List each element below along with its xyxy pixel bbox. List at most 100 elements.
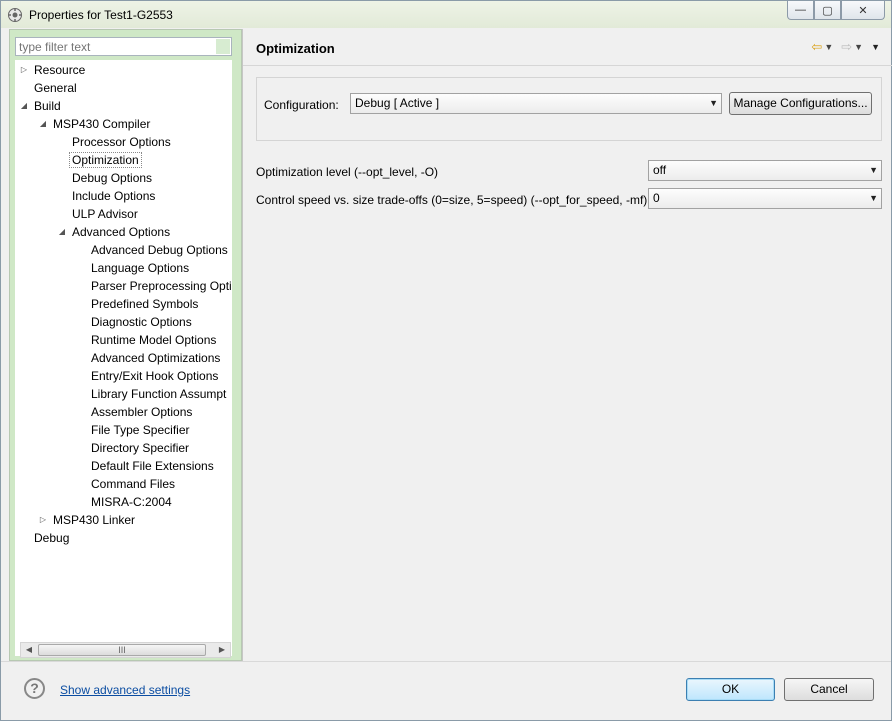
tree-item-label: MISRA-C:2004 bbox=[91, 495, 172, 509]
tree-item-label: Directory Specifier bbox=[91, 441, 190, 455]
configuration-group: Configuration: Debug [ Active ] ▼ Manage… bbox=[256, 77, 882, 141]
tree-item-label: Advanced Options bbox=[72, 225, 171, 239]
tree-item-label: Diagnostic Options bbox=[91, 315, 192, 329]
window-controls: — ▢ ✕ bbox=[787, 1, 885, 20]
show-advanced-settings-link[interactable]: Show advanced settings bbox=[60, 683, 190, 697]
forward-history-dropdown-icon[interactable]: ▼ bbox=[854, 39, 863, 55]
tree-item[interactable]: Command Files bbox=[91, 475, 175, 493]
optimization-level-value: off bbox=[653, 163, 667, 177]
configuration-label: Configuration: bbox=[264, 98, 339, 112]
tree-item[interactable]: General bbox=[34, 79, 77, 97]
tree-item[interactable]: Processor Options bbox=[72, 133, 171, 151]
tree-collapsed-icon[interactable]: ▷ bbox=[19, 61, 29, 79]
page-header: Optimization ⇦ ▼ ⇨ ▼ ▼ bbox=[243, 29, 892, 66]
tree-item[interactable]: Advanced Debug Options bbox=[91, 241, 228, 259]
navigation-panel: ▷ Resource General ◢ Build ◢ MSP430 Compiler Pr… bbox=[9, 29, 242, 661]
properties-dialog: Properties for Test1-G2553 — ▢ ✕ ▷ Resour… bbox=[0, 0, 892, 721]
configuration-select[interactable]: Debug [ Active ] ▼ bbox=[350, 93, 722, 114]
tree-item[interactable]: Include Options bbox=[72, 187, 155, 205]
tree-item-label: Default File Extensions bbox=[91, 459, 214, 473]
cancel-button[interactable]: Cancel bbox=[784, 678, 874, 701]
tree-item-label: Processor Options bbox=[72, 135, 171, 149]
tree-item-label: Debug bbox=[34, 531, 70, 545]
maximize-icon: ▢ bbox=[822, 4, 833, 17]
window-title: Properties for Test1-G2553 bbox=[29, 8, 173, 22]
tree-item[interactable]: ◢ MSP430 Compiler bbox=[40, 115, 151, 133]
tree-item-label: Assembler Options bbox=[91, 405, 193, 419]
tree-item[interactable]: ▷ Resource bbox=[21, 61, 86, 79]
help-icon[interactable]: ? bbox=[24, 678, 45, 699]
tree-item[interactable]: Assembler Options bbox=[91, 403, 192, 421]
tree-item[interactable]: Diagnostic Options bbox=[91, 313, 192, 331]
tree-expanded-icon[interactable]: ◢ bbox=[38, 115, 48, 133]
tree-item[interactable]: Language Options bbox=[91, 259, 189, 277]
tree-item[interactable]: Directory Specifier bbox=[91, 439, 189, 457]
speed-size-select[interactable]: 0 ▼ bbox=[648, 188, 882, 209]
tree-item-label: Predefined Symbols bbox=[91, 297, 199, 311]
tree-item-label: Advanced Optimizations bbox=[91, 351, 221, 365]
tree-item[interactable]: Parser Preprocessing Opti bbox=[91, 277, 232, 295]
chevron-down-icon: ▼ bbox=[869, 193, 878, 203]
tree-item-label: Command Files bbox=[91, 477, 176, 491]
tree-item[interactable]: Debug Options bbox=[72, 169, 152, 187]
speed-size-label: Control speed vs. size trade-offs (0=siz… bbox=[256, 193, 648, 207]
ok-button[interactable]: OK bbox=[686, 678, 775, 701]
clear-filter-icon[interactable] bbox=[216, 39, 230, 54]
app-icon bbox=[8, 8, 22, 22]
tree-item-label: General bbox=[34, 81, 77, 95]
tree-item-label: Runtime Model Options bbox=[91, 333, 217, 347]
tree-item[interactable]: Debug bbox=[34, 529, 69, 547]
close-icon: ✕ bbox=[858, 4, 868, 17]
configuration-value: Debug [ Active ] bbox=[355, 96, 440, 110]
tree-item[interactable]: Runtime Model Options bbox=[91, 331, 216, 349]
tree-item-label: Parser Preprocessing Opti bbox=[91, 279, 232, 293]
tree-item[interactable]: Predefined Symbols bbox=[91, 295, 198, 313]
dialog-button-bar: ? Show advanced settings OK Cancel bbox=[1, 661, 891, 720]
tree-horizontal-scrollbar[interactable]: ◀ III ▶ bbox=[20, 642, 231, 658]
filter-input[interactable] bbox=[15, 37, 232, 56]
property-tree: ▷ Resource General ◢ Build ◢ MSP430 Compiler Pr… bbox=[15, 60, 232, 656]
tree-item[interactable]: ◢ Build bbox=[21, 97, 61, 115]
close-button[interactable]: ✕ bbox=[841, 1, 885, 20]
chevron-down-icon: ▼ bbox=[869, 165, 878, 175]
back-history-dropdown-icon[interactable]: ▼ bbox=[824, 39, 833, 55]
tree-item[interactable]: File Type Specifier bbox=[91, 421, 190, 439]
minimize-button[interactable]: — bbox=[787, 1, 814, 20]
manage-configurations-button[interactable]: Manage Configurations... bbox=[729, 92, 872, 115]
optimization-level-label: Optimization level (--opt_level, -O) bbox=[256, 165, 439, 179]
tree-item-label: MSP430 Compiler bbox=[53, 117, 151, 131]
speed-size-value: 0 bbox=[653, 191, 660, 205]
maximize-button[interactable]: ▢ bbox=[814, 1, 841, 20]
scroll-left-icon[interactable]: ◀ bbox=[21, 643, 37, 657]
scroll-right-icon[interactable]: ▶ bbox=[214, 643, 230, 657]
back-icon[interactable]: ⇦ bbox=[811, 39, 822, 55]
tree-collapsed-icon[interactable]: ▷ bbox=[38, 511, 48, 529]
tree-item-label: Advanced Debug Options bbox=[91, 243, 228, 257]
tree-item[interactable]: Entry/Exit Hook Options bbox=[91, 367, 218, 385]
tree-item-label: Resource bbox=[34, 63, 86, 77]
page-title: Optimization bbox=[256, 41, 335, 56]
tree-item[interactable]: ◢ Advanced Options bbox=[59, 223, 171, 241]
tree-item[interactable]: MISRA-C:2004 bbox=[91, 493, 172, 511]
view-menu-icon[interactable]: ▼ bbox=[871, 39, 880, 55]
tree-item[interactable]: ▷ MSP430 Linker bbox=[40, 511, 136, 529]
tree-item-label: File Type Specifier bbox=[91, 423, 190, 437]
tree-item[interactable]: Default File Extensions bbox=[91, 457, 214, 475]
optimization-level-select[interactable]: off ▼ bbox=[648, 160, 882, 181]
minimize-icon: — bbox=[795, 4, 806, 16]
forward-icon[interactable]: ⇨ bbox=[841, 39, 852, 55]
tree-item-label: Debug Options bbox=[72, 171, 153, 185]
tree-item[interactable]: ULP Advisor bbox=[72, 205, 138, 223]
tree-item-label: ULP Advisor bbox=[72, 207, 138, 221]
tree-expanded-icon[interactable]: ◢ bbox=[57, 223, 67, 241]
tree-item[interactable]: Advanced Optimizations bbox=[91, 349, 220, 367]
scroll-thumb[interactable]: III bbox=[38, 644, 206, 656]
tree-expanded-icon[interactable]: ◢ bbox=[19, 97, 29, 115]
tree-item[interactable]: Library Function Assumpt bbox=[91, 385, 226, 403]
tree-item-label: Library Function Assumpt bbox=[91, 387, 227, 401]
title-bar[interactable]: Properties for Test1-G2553 — ▢ ✕ bbox=[1, 1, 891, 28]
tree-item-label: MSP430 Linker bbox=[53, 513, 136, 527]
tree-item-label: Language Options bbox=[91, 261, 190, 275]
tree-item[interactable]: Optimization bbox=[69, 151, 142, 169]
properties-page: Optimization ⇦ ▼ ⇨ ▼ ▼ Configuration: De… bbox=[242, 29, 892, 661]
